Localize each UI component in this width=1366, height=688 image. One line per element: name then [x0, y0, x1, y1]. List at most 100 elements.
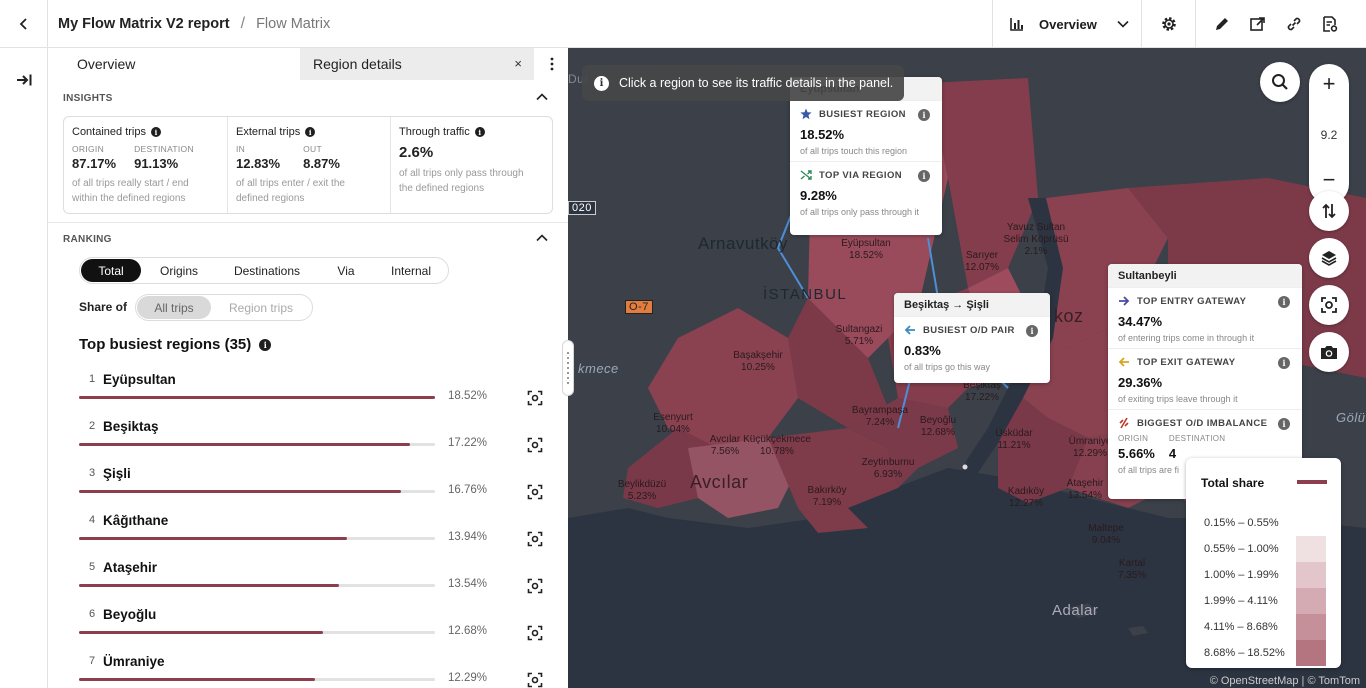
region-label[interactable]: Ataşehir 13.54%	[1067, 478, 1104, 502]
edit-button[interactable]	[1210, 12, 1234, 36]
region-label[interactable]: Avcılar 7.56%	[710, 434, 740, 458]
region-name: Bayrampaşa	[851, 405, 909, 416]
back-button[interactable]	[0, 0, 48, 48]
ranking-row[interactable]: 7 Ümraniye 12.29%	[79, 654, 559, 688]
through-traffic: Through traffic i 2.6% of all trips only …	[390, 117, 552, 213]
ranking-row[interactable]: 3 Şişli 16.76%	[79, 466, 559, 513]
info-icon[interactable]: i	[918, 170, 930, 182]
focus-region-icon[interactable]	[527, 484, 543, 500]
region-label[interactable]: Sultangazi 5.71%	[836, 324, 883, 348]
focus-region-icon[interactable]	[527, 437, 543, 453]
region-label[interactable]: Beyoğlu 12.68%	[920, 415, 956, 439]
region-label[interactable]: Sarıyer 12.07%	[965, 250, 999, 274]
top-bar: My Flow Matrix V2 report / Flow Matrix O…	[0, 0, 1366, 48]
region-label[interactable]: Küçükçekmece 10.78%	[743, 434, 811, 458]
region-label[interactable]: Beşiktaş 17.22%	[963, 380, 1001, 404]
info-icon[interactable]: i	[305, 127, 316, 137]
share-all-trips[interactable]: All trips	[137, 296, 211, 319]
region-label[interactable]: Başakşehir 10.25%	[733, 350, 782, 374]
ranking-row[interactable]: 6 Beyoğlu 12.68%	[79, 607, 559, 654]
region-label[interactable]: Esenyurt 10.04%	[653, 412, 692, 436]
mode-destinations[interactable]: Destinations	[217, 259, 317, 282]
ranking-bar-fill	[79, 678, 316, 681]
region-label[interactable]: Ümraniye 12.29%	[1069, 436, 1112, 460]
panel-resize-handle[interactable]	[562, 340, 574, 396]
chevron-down-icon	[1117, 20, 1129, 28]
ranking-row[interactable]: 4 Kâğıthane 13.94%	[79, 513, 559, 560]
ranking-percent: 16.76%	[448, 484, 488, 496]
region-label[interactable]: Yavuz Sultan Selim Köprüsü 2.1%	[998, 222, 1074, 258]
region-label[interactable]: Bayrampaşa 7.24%	[852, 405, 908, 429]
region-label[interactable]: Kartal 7.35%	[1118, 558, 1146, 582]
share-region-trips[interactable]: Region trips	[211, 296, 311, 319]
focus-region-icon[interactable]	[527, 625, 543, 641]
more-options-button[interactable]	[542, 54, 562, 74]
chevron-up-icon[interactable]	[536, 232, 548, 244]
close-icon[interactable]: ×	[514, 56, 522, 71]
ranking-row[interactable]: 2 Beşiktaş 17.22%	[79, 419, 559, 466]
info-icon[interactable]: i	[1278, 296, 1290, 308]
legend-title: Total share	[1201, 476, 1265, 490]
tab-region-details[interactable]: Region details ×	[300, 48, 534, 80]
report-settings-button[interactable]	[1318, 12, 1342, 36]
swap-vertical-icon	[1322, 203, 1336, 219]
report-title[interactable]: My Flow Matrix V2 report	[58, 16, 230, 32]
info-icon[interactable]: i	[151, 127, 161, 137]
info-icon: i	[594, 75, 609, 91]
region-label[interactable]: Üsküdar 11.21%	[995, 428, 1032, 452]
region-label[interactable]: Maltepe 9.04%	[1088, 523, 1124, 547]
region-percent: 12.27%	[1009, 498, 1043, 509]
focus-region-icon[interactable]	[527, 672, 543, 688]
map-search-button[interactable]	[1260, 62, 1300, 102]
settings-button[interactable]	[1141, 0, 1196, 48]
top-exit-value: 29.36%	[1118, 375, 1163, 390]
focus-view-button[interactable]	[1309, 285, 1349, 325]
layers-button[interactable]	[1309, 238, 1349, 278]
region-label[interactable]: Bakırköy 7.19%	[808, 485, 847, 509]
region-label[interactable]: Beylikdüzü 5.23%	[618, 479, 666, 503]
region-label[interactable]: Kadıköy 12.27%	[1008, 486, 1044, 510]
region-percent: 13.54%	[1068, 490, 1102, 501]
info-icon[interactable]: i	[474, 127, 485, 137]
expand-panel-button[interactable]	[12, 68, 36, 92]
info-icon[interactable]: i	[1278, 418, 1290, 430]
ranking-row[interactable]: 5 Ataşehir 13.54%	[79, 560, 559, 607]
ranking-header[interactable]: RANKING	[48, 224, 568, 254]
ranking-bar-fill	[79, 396, 435, 399]
focus-region-icon[interactable]	[527, 578, 543, 594]
zoom-in-button[interactable]: +	[1309, 64, 1349, 104]
view-selector[interactable]: Overview	[992, 0, 1141, 48]
insights-header[interactable]: INSIGHTS	[48, 83, 568, 113]
focus-region-icon[interactable]	[527, 531, 543, 547]
region-label[interactable]: Zeytinburnu 6.93%	[862, 457, 915, 481]
mode-internal[interactable]: Internal	[375, 259, 447, 282]
region-label[interactable]: Eyüpsultan 18.52%	[841, 238, 890, 262]
chevron-up-icon[interactable]	[536, 91, 548, 103]
focus-region-icon[interactable]	[527, 390, 543, 406]
region-name: Üsküdar	[995, 428, 1033, 439]
info-icon[interactable]: i	[259, 338, 272, 351]
ranking-percent: 13.54%	[448, 578, 488, 590]
breadcrumb: My Flow Matrix V2 report / Flow Matrix	[58, 0, 330, 48]
map-view[interactable]: Arnavutköy İSTANBUL Avcılar Adalar koz k…	[568, 48, 1366, 688]
through-traffic-value: 2.6%	[399, 144, 434, 161]
place-avcilar: Avcılar	[690, 472, 749, 492]
swap-direction-button[interactable]	[1309, 191, 1349, 231]
screenshot-button[interactable]	[1309, 332, 1349, 372]
info-icon[interactable]: i	[918, 109, 930, 121]
ranking-row[interactable]: 1 Eyüpsultan 18.52%	[79, 372, 559, 419]
info-icon[interactable]: i	[1026, 325, 1038, 337]
mode-via[interactable]: Via	[317, 259, 375, 282]
map-legend: Total share 0.15% – 0.55% 0.55% – 1.00% 1.…	[1186, 458, 1341, 668]
map-attribution[interactable]: © OpenStreetMap | © TomTom	[1210, 675, 1360, 687]
chart-icon	[1010, 18, 1023, 31]
busiest-region-desc: of all trips touch this region	[800, 146, 908, 156]
mode-origins[interactable]: Origins	[141, 259, 217, 282]
mode-total[interactable]: Total	[81, 259, 141, 282]
top-entry-value: 34.47%	[1118, 314, 1163, 329]
export-button[interactable]	[1246, 12, 1270, 36]
link-button[interactable]	[1282, 12, 1306, 36]
info-icon[interactable]: i	[1278, 357, 1290, 369]
tab-overview[interactable]: Overview	[48, 48, 300, 80]
top-exit-caption: TOP EXIT GATEWAY	[1137, 356, 1236, 368]
